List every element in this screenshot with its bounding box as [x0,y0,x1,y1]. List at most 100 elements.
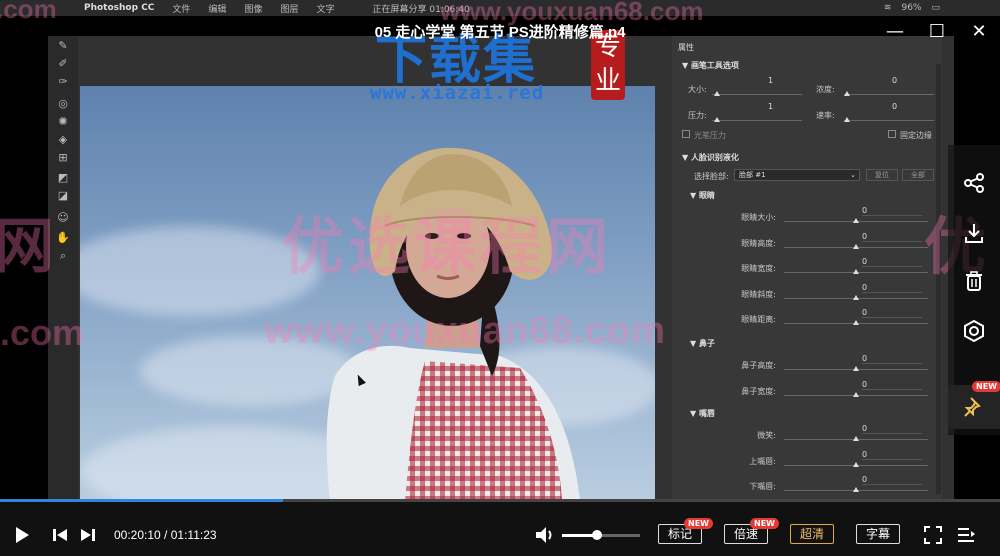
skip-next-icon [81,529,95,541]
mouth-value-0[interactable]: 0 [862,424,922,434]
pressure-slider-knob[interactable] [714,117,720,122]
eyes-slider-knob-2[interactable] [853,269,859,274]
mouth-value-2[interactable]: 0 [862,475,922,485]
menu-type[interactable]: 文字 [316,2,334,15]
menu-file[interactable]: 文件 [172,2,190,15]
mouth-label-1: 上嘴唇: [749,456,776,466]
nose-slider-knob-0[interactable] [853,366,859,371]
hand-tool-icon[interactable]: ✋ [56,232,70,244]
nose-label: 鼻子 [698,339,715,348]
density-slider-knob[interactable] [844,91,850,96]
side-action-bar: NEW [948,145,1000,435]
eyes-slider-knob-4[interactable] [853,320,859,325]
eyes-slider-knob-1[interactable] [853,243,859,249]
select-face-dropdown[interactable]: 脸部 #1 ⌄ [734,169,860,181]
eyes-value-2[interactable]: 0 [862,257,922,267]
push-left-tool-icon[interactable]: ⊞ [56,152,70,164]
close-button[interactable]: ✕ [964,16,994,46]
smooth-tool-icon[interactable]: ✑ [56,76,70,88]
mac-menubar: Photoshop CC 文件 编辑 图像 图层 文字 正在屏幕分享 01:06… [0,0,1000,16]
xiazai-url: www.xiazai.red [370,82,545,104]
canvas-photo[interactable] [80,86,655,500]
panel-scrollbar[interactable] [936,64,941,494]
app-name: Photoshop CC [84,3,155,13]
maximize-button[interactable]: ☐ [922,16,952,46]
rate-label: 速率: [816,111,835,120]
pin-edges-checkbox[interactable] [888,130,896,138]
share-button[interactable] [948,161,1000,205]
all-button[interactable]: 全部 [902,169,934,181]
tool-strip: ✎ ✐ ✑ ◎ ✺ ◈ ⊞ ◩ ◪ ☺ ✋ ⌕ [48,36,78,500]
play-button[interactable] [10,524,34,546]
thaw-mask-tool-icon[interactable]: ◪ [56,190,70,202]
stylus-pressure-checkbox[interactable] [682,130,690,138]
time-current: 00:20:10 [114,528,161,542]
pucker-tool-icon[interactable]: ✺ [56,116,70,128]
download-button[interactable] [948,211,1000,255]
playlist-icon [958,528,975,542]
menu-image[interactable]: 图像 [244,2,262,15]
quality-button[interactable]: 超清 [790,524,834,544]
pin-icon [964,397,981,417]
menu-layer[interactable]: 图层 [280,2,298,15]
share-icon [964,173,984,193]
minimize-button[interactable]: — [880,16,910,46]
playlist-button[interactable] [955,524,977,546]
pressure-slider[interactable] [712,120,802,121]
delete-button[interactable] [948,259,1000,303]
mouth-slider-knob-2[interactable] [853,487,859,492]
rate-value[interactable]: 0 [892,102,897,111]
mouth-slider-knob-0[interactable] [853,436,859,441]
size-slider-knob[interactable] [714,91,720,96]
volume-slider[interactable] [562,530,640,540]
eyes-label-2: 眼睛宽度: [741,264,776,273]
brush-options-header[interactable]: ▼ 画笔工具选项 [682,60,739,71]
reconstruct-tool-icon[interactable]: ✐ [56,58,70,70]
eyes-label-3: 眼睛斜度: [741,289,776,299]
twirl-tool-icon[interactable]: ◎ [56,98,70,110]
zoom-tool-icon[interactable]: ⌕ [56,250,70,262]
eyes-value-4[interactable]: 0 [862,308,922,318]
eyes-slider-knob-0[interactable] [853,218,859,223]
eyes-value-1[interactable]: 0 [862,232,922,242]
skip-previous-icon [53,529,67,541]
volume-knob[interactable] [592,530,603,540]
size-value[interactable]: 1 [768,76,773,85]
density-slider[interactable] [844,94,934,95]
nose-value-0[interactable]: 0 [862,354,922,364]
pin-new-badge: NEW [972,381,1000,392]
size-slider[interactable] [712,94,802,95]
rate-slider[interactable] [844,120,934,121]
mouth-slider-knob-1[interactable] [853,461,859,467]
watermark-cn-left: 网 [0,213,54,280]
reset-button[interactable]: 复位 [866,169,898,181]
previous-button[interactable] [50,524,70,546]
mouth-header[interactable]: ▼ 嘴唇 [690,408,715,419]
volume-button[interactable] [534,524,556,546]
menu-edit[interactable]: 编辑 [208,2,226,15]
freeze-mask-tool-icon[interactable]: ◩ [56,172,70,184]
face-tool-icon[interactable]: ☺ [56,212,70,224]
player-controls: 00:20:10 / 01:11:23 标记 NEW 倍速 NEW 超清 字幕 [0,502,1000,556]
rate-slider-knob[interactable] [844,117,850,122]
subtitle-button[interactable]: 字幕 [856,524,900,544]
settings-button[interactable] [948,309,1000,353]
eyes-label-4: 眼睛距离: [741,315,776,324]
eyes-header[interactable]: ▼ 眼睛 [690,190,715,201]
mouth-value-1[interactable]: 0 [862,450,922,460]
eyes-value-0[interactable]: 0 [862,206,922,216]
next-button[interactable] [78,524,98,546]
fullscreen-button[interactable] [922,524,944,546]
play-icon [16,527,29,543]
pressure-value[interactable]: 1 [768,102,773,111]
density-value[interactable]: 0 [892,76,897,85]
nose-header[interactable]: ▼ 鼻子 [690,338,715,349]
nose-slider-knob-1[interactable] [853,391,859,397]
nose-value-1[interactable]: 0 [862,380,922,390]
mouth-label-0: 微笑: [757,431,776,440]
bloat-tool-icon[interactable]: ◈ [56,134,70,146]
face-liquify-header[interactable]: ▼ 人脸识别液化 [682,152,739,163]
eyes-value-3[interactable]: 0 [862,283,922,293]
eyes-slider-knob-3[interactable] [853,294,859,300]
select-face-value: 脸部 #1 [739,171,766,179]
